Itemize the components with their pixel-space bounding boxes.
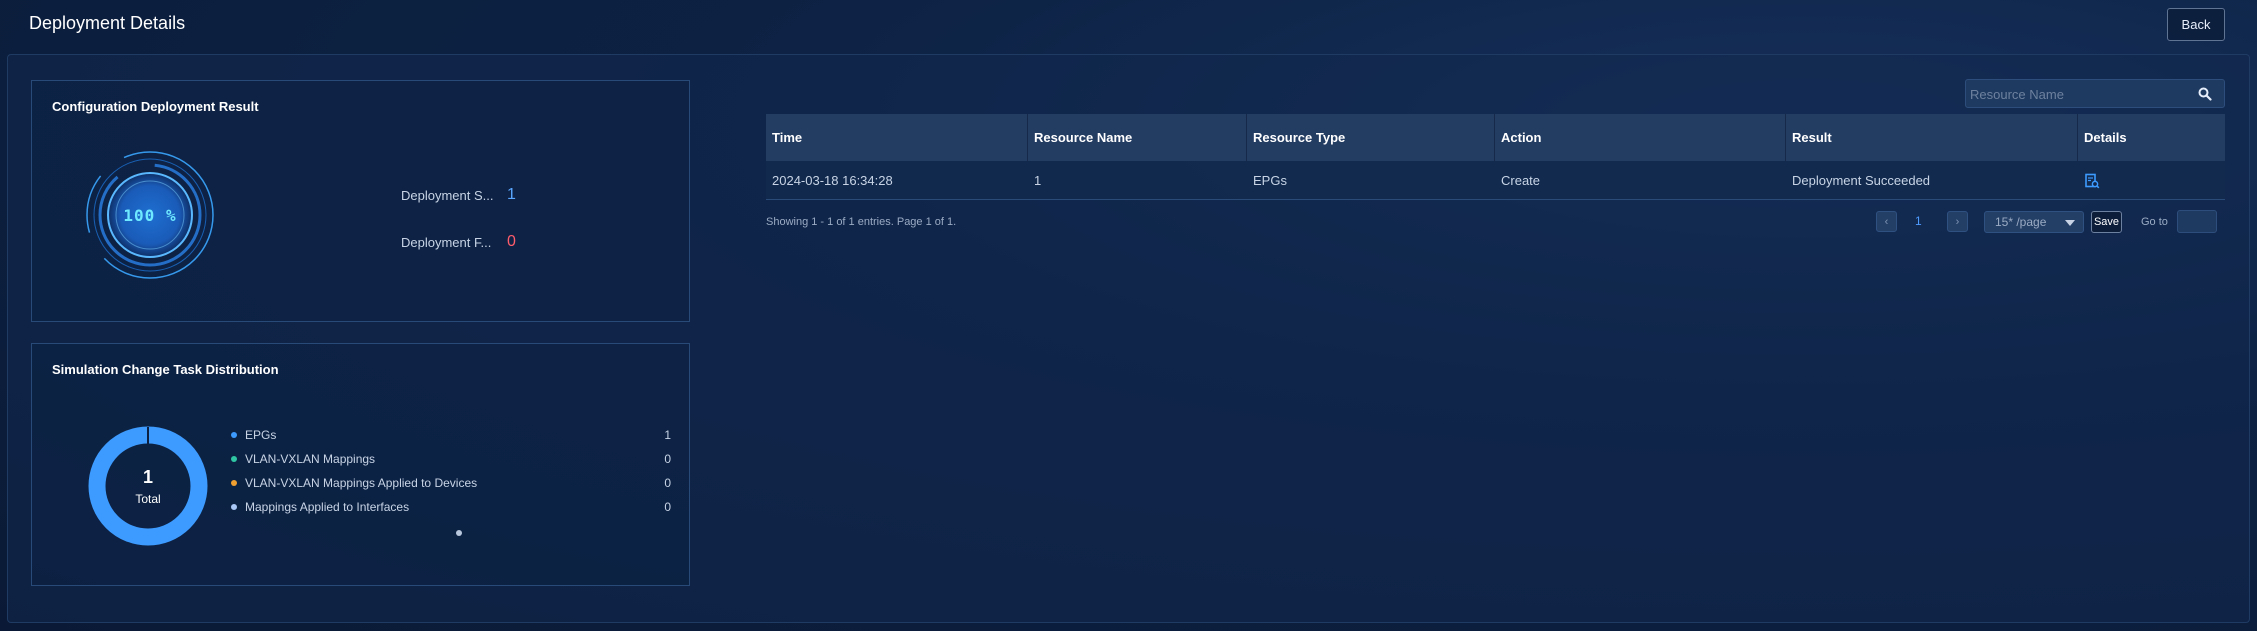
- search-icon[interactable]: [2198, 87, 2212, 101]
- legend-value: 0: [664, 476, 671, 490]
- deployment-failed-row: Deployment F... 0: [401, 233, 516, 251]
- pagination-info: Showing 1 - 1 of 1 entries. Page 1 of 1.: [766, 216, 957, 228]
- deployment-success-label: Deployment S...: [401, 187, 494, 203]
- donut-total-label: Total: [135, 491, 161, 506]
- chevron-down-icon: [2065, 220, 2075, 226]
- page-header: Deployment Details Back: [0, 0, 2257, 50]
- back-button[interactable]: Back: [2167, 8, 2225, 41]
- resource-search-box: [1965, 79, 2225, 108]
- gauge-percent: 100 %: [123, 205, 177, 225]
- task-distribution-card: Simulation Change Task Distribution 1 To…: [31, 343, 690, 586]
- cell-resource-type: EPGs: [1253, 173, 1287, 188]
- chevron-left-icon: ‹: [1884, 215, 1889, 228]
- legend-dot: [231, 480, 237, 486]
- page-size-select[interactable]: 15* /page: [1984, 211, 2084, 233]
- legend-label: Mappings Applied to Interfaces: [245, 500, 410, 514]
- deployment-success-value[interactable]: 1: [507, 186, 516, 204]
- deployment-progress-gauge: 100 %: [80, 145, 220, 285]
- details-icon[interactable]: [2084, 173, 2100, 189]
- column-header-resource-type[interactable]: Resource Type: [1247, 114, 1495, 161]
- legend-item[interactable]: VLAN-VXLAN Mappings Applied to Devices 0: [231, 471, 671, 495]
- column-header-action[interactable]: Action: [1495, 114, 1786, 161]
- donut-center: 1 Total: [84, 422, 212, 550]
- cell-resource-name: 1: [1034, 173, 1042, 188]
- deployment-failed-value[interactable]: 0: [507, 233, 516, 251]
- save-button[interactable]: Save: [2091, 211, 2122, 233]
- chevron-right-icon: ›: [1955, 215, 1960, 228]
- donut-total-value: 1: [142, 466, 153, 487]
- legend-label: EPGs: [245, 428, 277, 442]
- table-header: Time Resource Name Resource Type Action …: [766, 114, 2225, 161]
- deployment-table: Time Resource Name Resource Type Action …: [766, 114, 2225, 200]
- legend-value: 1: [664, 428, 671, 442]
- legend-item[interactable]: VLAN-VXLAN Mappings 0: [231, 447, 671, 471]
- table-row: 2024-03-18 16:34:28 1 EPGs Create Deploy…: [766, 161, 2225, 200]
- goto-page-input[interactable]: [2177, 210, 2217, 233]
- legend-item[interactable]: Mappings Applied to Interfaces 0: [231, 495, 671, 519]
- resource-search-input[interactable]: [1970, 83, 2190, 105]
- column-header-time[interactable]: Time: [766, 114, 1028, 161]
- deployment-result-card: Configuration Deployment Result 100 % De…: [31, 80, 690, 322]
- cell-result: Deployment Succeeded: [1792, 173, 1931, 188]
- task-distribution-title: Simulation Change Task Distribution: [52, 362, 279, 377]
- deployment-failed-label: Deployment F...: [401, 234, 492, 250]
- legend-value: 0: [664, 452, 671, 466]
- column-header-result[interactable]: Result: [1786, 114, 2078, 161]
- next-page-button[interactable]: ›: [1947, 211, 1968, 232]
- current-page[interactable]: 1: [1915, 214, 1922, 228]
- legend-pager-dot[interactable]: [456, 530, 462, 536]
- deployment-result-title: Configuration Deployment Result: [52, 99, 259, 114]
- cell-action: Create: [1501, 173, 1541, 188]
- page-title: Deployment Details: [29, 13, 186, 33]
- legend-label: VLAN-VXLAN Mappings Applied to Devices: [245, 476, 478, 490]
- legend-item[interactable]: EPGs 1: [231, 423, 671, 447]
- legend-dot: [231, 456, 237, 462]
- legend-dot: [231, 432, 237, 438]
- deployment-success-row: Deployment S... 1: [401, 186, 516, 204]
- legend-label: VLAN-VXLAN Mappings: [245, 452, 376, 466]
- column-header-details[interactable]: Details: [2078, 114, 2225, 161]
- cell-details: [2078, 161, 2225, 200]
- cell-time: 2024-03-18 16:34:28: [772, 173, 893, 188]
- distribution-legend: EPGs 1 VLAN-VXLAN Mappings 0 VLAN-VXLAN …: [231, 423, 671, 519]
- goto-label: Go to: [2141, 216, 2168, 228]
- prev-page-button[interactable]: ‹: [1876, 211, 1897, 232]
- legend-value: 0: [664, 500, 671, 514]
- page-size-value: 15* /page: [1995, 215, 2047, 229]
- column-header-resource-name[interactable]: Resource Name: [1028, 114, 1247, 161]
- legend-dot: [231, 504, 237, 510]
